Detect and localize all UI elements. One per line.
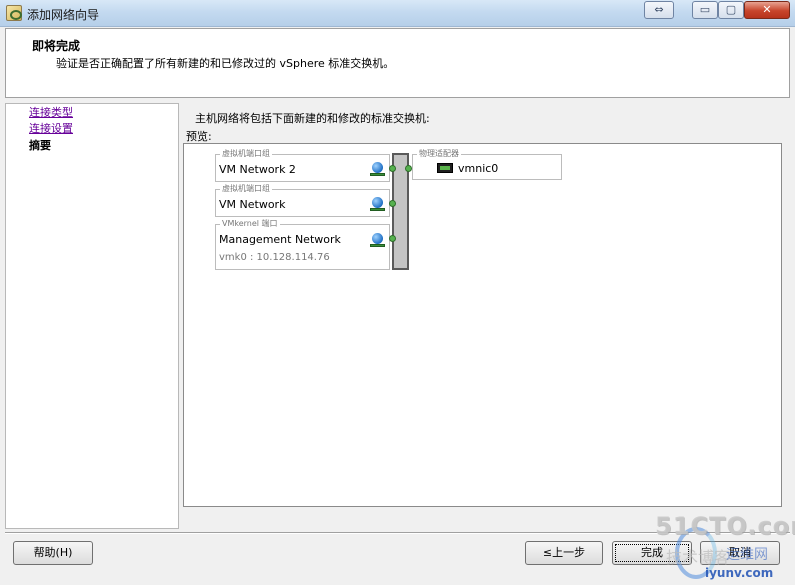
page-title: 即将完成 bbox=[32, 39, 81, 53]
network-globe-icon bbox=[370, 162, 386, 176]
vmkernel-ip-detail: vmk0 : 10.128.114.76 bbox=[219, 252, 330, 263]
uplink-port-dot bbox=[405, 165, 412, 172]
help-button[interactable]: 帮助(H) bbox=[13, 541, 93, 565]
port-group-caption: VMkernel 端口 bbox=[220, 219, 280, 229]
switch-port-dot bbox=[389, 165, 396, 172]
page-description: 验证是否正确配置了所有新建的和已修改过的 vSphere 标准交换机。 bbox=[56, 57, 395, 70]
watermark-51cto: 51CTO.com bbox=[655, 512, 795, 540]
wizard-header: 即将完成 验证是否正确配置了所有新建的和已修改过的 vSphere 标准交换机。 bbox=[5, 28, 790, 98]
summary-heading: 主机网络将包括下面新建的和修改的标准交换机: bbox=[195, 112, 430, 125]
port-group-name: Management Network bbox=[219, 233, 341, 246]
network-globe-icon bbox=[370, 233, 386, 247]
switch-window-button[interactable]: ⇔ bbox=[644, 1, 674, 19]
watermark-blog: 技术博客 bbox=[666, 548, 731, 567]
nav-step-summary: 摘要 bbox=[29, 139, 51, 152]
nav-step-connection-type[interactable]: 连接类型 bbox=[29, 104, 73, 120]
port-group-caption: 虚拟机端口组 bbox=[220, 149, 272, 159]
switch-port-dot bbox=[389, 200, 396, 207]
close-button[interactable]: ✕ bbox=[744, 1, 790, 19]
watermark-yunwei: 运维网 bbox=[726, 547, 768, 563]
port-group-vm-network: 虚拟机端口组 VM Network bbox=[215, 184, 390, 217]
port-group-name: VM Network bbox=[219, 198, 286, 211]
port-group-vm-network-2: 虚拟机端口组 VM Network 2 bbox=[215, 149, 390, 182]
watermark-iyunv: iyunv.com bbox=[705, 566, 774, 580]
physical-adapters-caption: 物理适配器 bbox=[417, 149, 461, 159]
minimize-button[interactable]: ▭ bbox=[692, 1, 718, 19]
port-group-name: VM Network 2 bbox=[219, 163, 296, 176]
nic-icon bbox=[437, 163, 453, 173]
vmkernel-port-management-network: VMkernel 端口 Management Network vmk0 : 10… bbox=[215, 219, 390, 270]
back-button[interactable]: ≤上一步 bbox=[525, 541, 603, 565]
physical-adapters-group: 物理适配器 vmnic0 bbox=[412, 149, 562, 180]
wizard-steps-nav: 连接类型 连接设置 摘要 bbox=[5, 103, 179, 529]
preview-label: 预览: bbox=[186, 130, 212, 143]
port-group-caption: 虚拟机端口组 bbox=[220, 184, 272, 194]
switch-port-dot bbox=[389, 235, 396, 242]
window-title: 添加网络向导 bbox=[27, 8, 100, 22]
network-globe-icon bbox=[370, 197, 386, 211]
title-bar: 添加网络向导 ⇔ ▭ ▢ ✕ bbox=[0, 0, 795, 27]
physical-adapter-name: vmnic0 bbox=[458, 162, 499, 175]
network-preview-panel: 虚拟机端口组 VM Network 2 虚拟机端口组 VM Network VM… bbox=[183, 143, 782, 507]
nav-step-connection-settings[interactable]: 连接设置 bbox=[29, 120, 73, 136]
wizard-app-icon bbox=[6, 5, 22, 21]
maximize-button[interactable]: ▢ bbox=[718, 1, 744, 19]
